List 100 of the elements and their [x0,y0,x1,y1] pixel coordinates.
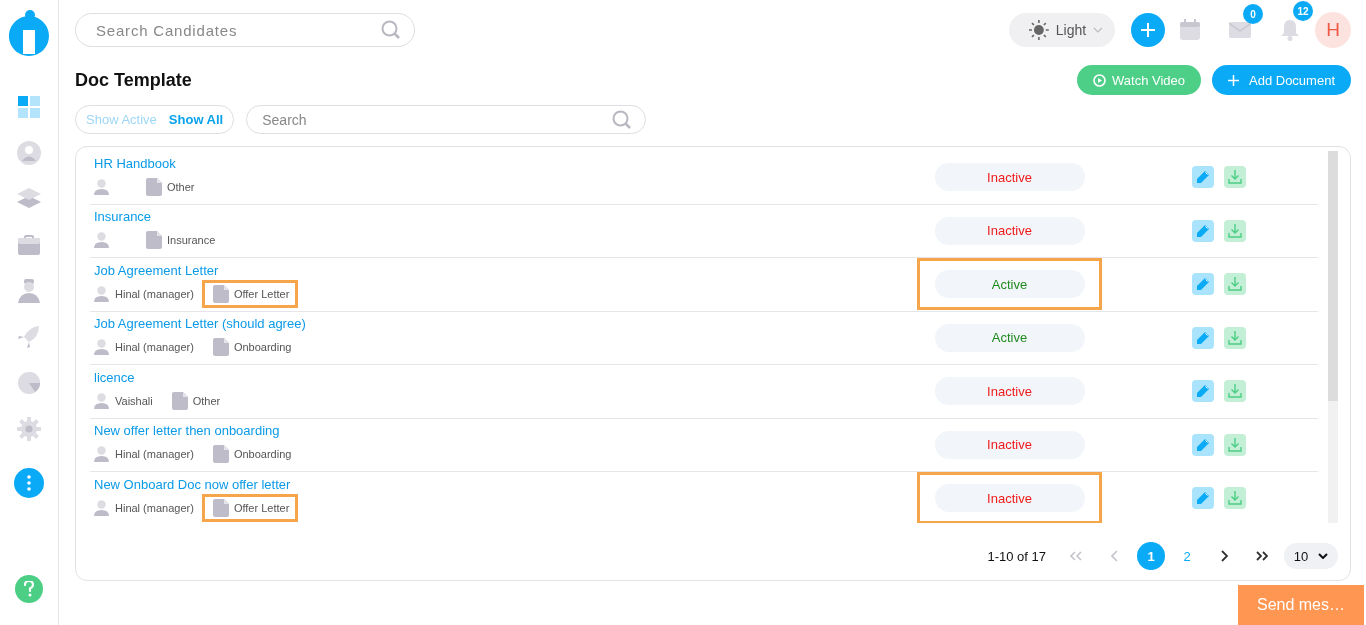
edit-button[interactable] [1192,433,1214,456]
watch-video-button[interactable]: Watch Video [1077,65,1201,95]
chevron-right-icon [1220,550,1228,562]
search-field[interactable]: Search Candidates [75,13,415,47]
help-icon [24,581,34,597]
download-button[interactable] [1224,487,1246,510]
download-icon [1228,223,1242,238]
document-name-link[interactable]: licence [94,369,135,385]
pencil-icon [1197,492,1209,505]
pie-chart-icon [18,372,40,394]
layers-icon [17,188,41,210]
category-label: Offer Letter [233,287,290,300]
document-icon [146,231,162,250]
status-badge: Inactive [934,430,1085,459]
status-badge: Inactive [934,163,1085,192]
status-badge: Inactive [934,216,1085,245]
owner-name: Vaishali [115,394,153,407]
edit-button[interactable] [1192,326,1214,349]
download-icon [1228,437,1242,452]
pagination-range: 1-10 of 17 [987,548,1046,564]
document-name-link[interactable]: Job Agreement Letter (should agree) [94,316,306,332]
user-avatar[interactable]: H [1315,12,1351,48]
user-icon [94,285,109,302]
user-icon [94,232,109,249]
category-label: Offer Letter [233,501,290,514]
download-button[interactable] [1224,380,1246,403]
document-name-link[interactable]: Insurance [94,209,152,225]
download-icon [1228,277,1242,292]
play-icon [1093,73,1106,87]
download-button[interactable] [1224,219,1246,242]
page-button[interactable]: 2 [1173,542,1201,570]
add-button[interactable] [1131,13,1165,47]
scrollbar[interactable] [1328,151,1338,523]
status-badge: Inactive [934,484,1085,513]
category-label: Other [192,394,221,407]
logo-icon[interactable] [9,10,49,56]
document-name-link[interactable]: HR Handbook [94,155,176,171]
sun-icon [1029,20,1049,40]
edit-button[interactable] [1192,380,1214,403]
mail-icon[interactable] [1229,22,1251,38]
filter-tab[interactable]: Show All [162,112,230,127]
user-icon [94,499,109,516]
status-badge: Inactive [934,377,1085,406]
page-button[interactable]: 1 [1137,542,1165,570]
plus-icon [1228,74,1239,86]
document-name-link[interactable]: New Onboard Doc now offer letter [94,476,291,492]
download-button[interactable] [1224,326,1246,349]
briefcase-icon [18,235,40,255]
dashboard-icon [18,96,40,118]
user-icon [94,178,109,195]
download-button[interactable] [1224,273,1246,296]
edit-button[interactable] [1192,219,1214,242]
rocket-icon [17,325,41,349]
download-icon [1228,330,1242,345]
pencil-icon [1197,278,1209,291]
calendar-icon[interactable] [1179,19,1201,41]
document-icon [212,284,229,303]
status-badge: Active [934,323,1085,352]
download-button[interactable] [1224,433,1246,456]
search-icon [612,109,633,130]
owner-name: Hinal (manager) [115,341,194,354]
category-label: Insurance [167,234,216,247]
add-document-button[interactable]: Add Document [1212,65,1351,95]
settings-icon [17,417,41,441]
chevron-down-icon [1318,553,1329,559]
category-label: Onboarding [233,341,292,354]
plus-icon [1140,22,1156,38]
more-button[interactable] [14,468,44,498]
page-size-select[interactable]: 10 [1284,543,1338,569]
chevron-left-icon [1110,550,1118,562]
owner-name: Hinal (manager) [115,501,194,514]
notification-count-badge: 12 [1293,1,1313,21]
double-chevron-left-icon [1070,551,1082,561]
pencil-icon [1197,171,1209,184]
filter-tab[interactable]: Show Active [80,112,163,127]
edit-button[interactable] [1192,487,1214,510]
edit-button[interactable] [1192,273,1214,296]
document-icon [212,338,229,357]
search-icon [381,20,401,40]
pencil-icon [1197,438,1209,451]
download-icon [1228,170,1242,185]
person-icon [18,279,40,303]
double-chevron-right-icon [1256,551,1268,561]
edit-button[interactable] [1192,166,1214,189]
user-icon [94,339,109,356]
send-message-button[interactable]: Send mes… [1238,585,1364,625]
page-title: Doc Template [75,69,192,91]
download-button[interactable] [1224,166,1246,189]
bell-icon[interactable] [1281,19,1299,41]
document-icon [212,445,229,464]
profile-icon [17,141,41,165]
search-field[interactable]: Search [246,105,647,134]
document-icon [146,177,162,196]
document-icon [171,391,188,410]
document-name-link[interactable]: New offer letter then onboarding [94,423,280,439]
category-label: Other [167,180,195,193]
document-name-link[interactable]: Job Agreement Letter [94,262,219,278]
help-button[interactable] [15,575,43,603]
mail-count-badge: 0 [1243,4,1263,24]
theme-dropdown[interactable]: Light [1009,13,1115,47]
